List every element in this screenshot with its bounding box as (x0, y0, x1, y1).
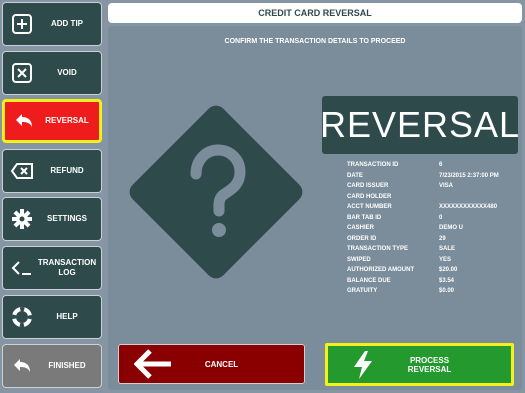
detail-row: DATE 7/23/2015 2:37:00 PM (347, 171, 522, 182)
detail-key: SWIPED (347, 256, 371, 263)
help-label: HELP (56, 312, 78, 321)
add-tip-label: ADD TIP (51, 19, 83, 28)
detail-key: TRANSACTION ID (347, 162, 399, 168)
undo-arrow-icon (7, 351, 37, 381)
detail-key: CARD HOLDER (347, 193, 392, 200)
void-button[interactable]: VOID (2, 51, 102, 95)
question-diamond-icon (116, 92, 316, 292)
detail-value: DEMO U (439, 225, 463, 231)
plus-box-icon (7, 9, 37, 39)
transaction-log-button[interactable]: TRANSACTION LOG (2, 246, 102, 290)
gear-icon (7, 204, 37, 234)
status-badge: REVERSAL (320, 96, 519, 154)
add-tip-button[interactable]: ADD TIP (2, 2, 102, 46)
help-button[interactable]: HELP (2, 295, 102, 339)
detail-row: ACCT NUMBER XXXXXXXXXXXX480 (347, 202, 522, 213)
code-brackets-icon (7, 253, 37, 283)
detail-key: ORDER ID (347, 235, 377, 242)
detail-key: AUTHORIZED AMOUNT (347, 267, 415, 273)
detail-row: TRANSACTION TYPE SALE (347, 244, 522, 255)
void-label: VOID (57, 68, 77, 77)
detail-value: 29 (439, 235, 446, 242)
detail-value: 6 (439, 162, 443, 168)
arrow-left-icon (129, 346, 179, 382)
detail-value: $20.00 (439, 267, 458, 273)
undo-arrow-icon (9, 106, 39, 136)
lifebuoy-icon (7, 302, 37, 332)
detail-value (439, 192, 522, 203)
detail-row: SWIPED YES (347, 255, 522, 266)
detail-row: AUTHORIZED AMOUNT $20.00 (347, 265, 522, 276)
sidebar: ADD TIP VOID REVERSAL REFUND SETTINGS TR… (0, 0, 106, 393)
detail-value: 0 (439, 214, 443, 221)
detail-row: GRATUITY $0.00 (347, 286, 522, 297)
detail-key: TRANSACTION TYPE (347, 246, 409, 252)
detail-value: XXXXXXXXXXXX480 (439, 204, 498, 210)
process-reversal-label: PROCESS REVERSAL (407, 355, 452, 374)
detail-row: CARD HOLDER (347, 192, 522, 203)
detail-row: BALANCE DUE $3.54 (347, 276, 522, 287)
detail-key: CASHIER (347, 225, 375, 231)
transaction-log-label: TRANSACTION LOG (37, 258, 97, 277)
x-box-icon (7, 58, 37, 88)
finished-button[interactable]: FINISHED (2, 344, 102, 388)
lightning-bolt-icon (338, 347, 388, 383)
process-reversal-button[interactable]: PROCESS REVERSAL (325, 343, 514, 386)
finished-label: FINISHED (48, 361, 86, 370)
detail-row: BAR TAB ID 0 (347, 213, 522, 224)
detail-row: ORDER ID 29 (347, 234, 522, 245)
detail-row: CARD ISSUER VISA (347, 181, 522, 192)
reversal-label: REVERSAL (45, 116, 89, 125)
detail-key: GRATUITY (347, 288, 378, 294)
detail-row: CASHIER DEMO U (347, 223, 522, 234)
transaction-panel: CONFIRM THE TRANSACTION DETAILS TO PROCE… (108, 26, 522, 390)
detail-row: TRANSACTION ID 6 (347, 160, 522, 171)
page-title: CREDIT CARD REVERSAL (108, 3, 522, 23)
detail-key: BALANCE DUE (347, 277, 391, 284)
transaction-details: TRANSACTION ID 6 DATE 7/23/2015 2:37:00 PM C… (347, 160, 522, 297)
reversal-button[interactable]: REVERSAL (2, 99, 102, 143)
detail-key: DATE (347, 172, 363, 179)
cancel-label: CANCEL (204, 359, 239, 369)
detail-value: YES (439, 256, 452, 263)
cancel-button[interactable]: CANCEL (118, 344, 305, 384)
detail-value: SALE (439, 246, 456, 252)
instruction-text: CONFIRM THE TRANSACTION DETAILS TO PROCE… (224, 38, 406, 45)
detail-key: BAR TAB ID (347, 214, 382, 221)
refund-label: REFUND (50, 166, 84, 175)
settings-label: SETTINGS (46, 214, 87, 223)
backspace-icon (7, 156, 37, 186)
detail-value: 7/23/2015 2:37:00 PM (439, 172, 499, 179)
detail-key: ACCT NUMBER (347, 204, 392, 210)
detail-value: $0.00 (439, 288, 455, 294)
detail-value: VISA (439, 183, 454, 189)
refund-button[interactable]: REFUND (2, 149, 102, 193)
settings-button[interactable]: SETTINGS (2, 197, 102, 241)
detail-key: CARD ISSUER (347, 183, 389, 189)
detail-value: $3.54 (439, 277, 455, 284)
